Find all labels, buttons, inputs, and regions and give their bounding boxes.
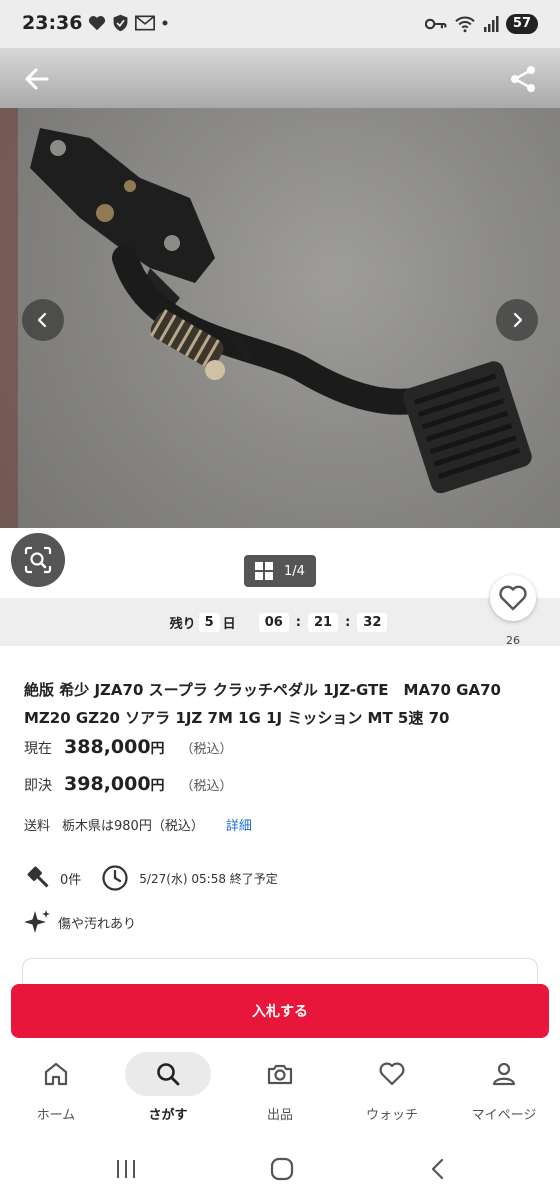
shipping-value: 栃木県は980円（税込） (62, 819, 204, 834)
item-condition: 傷や汚れあり (58, 916, 137, 932)
clutch-pedal-photo (0, 108, 532, 528)
hours-value: 06 (258, 612, 289, 632)
days-unit: 日 (222, 616, 236, 632)
back-chevron-icon (431, 1158, 444, 1180)
home-system-button[interactable] (262, 1154, 302, 1184)
search-icon (157, 1063, 180, 1086)
current-price-currency: 円 (150, 741, 165, 757)
back-system-button[interactable] (418, 1154, 458, 1184)
shipping-label: 送料 (24, 819, 51, 834)
share-button[interactable] (506, 62, 540, 96)
signal-icon (483, 16, 499, 32)
status-bar: 23:36 57 (0, 0, 560, 48)
person-icon (492, 1062, 516, 1086)
current-price: 388,000 (64, 736, 151, 758)
back-button[interactable] (20, 62, 54, 96)
bid-count: 0件 (60, 872, 82, 888)
buyout-price-tax: （税込） (180, 779, 233, 794)
current-price-row: 現在 388,000 円 （税込） (24, 736, 233, 758)
key-icon (424, 18, 447, 30)
minutes-value: 21 (307, 612, 339, 632)
mail-icon (135, 15, 155, 31)
bid-button[interactable]: 入札する (11, 984, 549, 1038)
image-counter-text: 1/4 (284, 563, 305, 579)
camera-icon (267, 1064, 293, 1085)
time-remaining-label: 残り (169, 616, 196, 632)
bottom-navigation: ホーム さがす 出品 ウォッチ マイページ (0, 1042, 560, 1138)
status-time: 23:36 (22, 12, 83, 34)
system-navigation-bar (0, 1138, 560, 1200)
nav-label-sell: 出品 (266, 1108, 293, 1123)
buyout-price-row: 即決 398,000 円 （税込） (24, 773, 233, 795)
image-counter[interactable]: 1/4 (244, 555, 316, 587)
chevron-right-icon (513, 312, 523, 328)
sparkle-icon (24, 910, 50, 933)
image-search-button[interactable] (11, 533, 65, 587)
auction-meta-row: 0件 5/27(水) 05:58 終了予定 (24, 862, 278, 894)
heart-status-icon (88, 16, 106, 31)
home-icon (44, 1062, 68, 1086)
item-title: 絶版 希少 JZA70 スープラ クラッチペダル 1JZ-GTE MA70 GA… (24, 681, 501, 727)
share-icon (511, 66, 535, 92)
previous-image-button[interactable] (22, 299, 64, 341)
time-remaining-bar: 残り 5 日 06 : 21 : 32 (0, 598, 560, 646)
heart-outline-icon (499, 585, 527, 611)
home-circle-icon (270, 1157, 294, 1181)
watch-button[interactable] (490, 575, 536, 621)
current-price-tax: （税込） (180, 742, 233, 757)
nav-item-search[interactable]: さがす (112, 1052, 224, 1136)
seconds-value: 32 (357, 612, 388, 632)
nav-item-watch[interactable]: ウォッチ (336, 1052, 448, 1136)
buyout-price-label: 即決 (24, 778, 52, 794)
end-time: 5/27(水) 05:58 終了予定 (139, 871, 278, 886)
next-image-button[interactable] (496, 299, 538, 341)
lens-search-icon (24, 546, 52, 574)
battery-indicator: 57 (505, 14, 538, 34)
nav-label-watch: ウォッチ (365, 1108, 418, 1123)
recent-apps-icon (117, 1160, 135, 1178)
recent-apps-button[interactable] (106, 1154, 146, 1184)
nav-label-mypage: マイページ (471, 1108, 537, 1123)
shipping-detail-link[interactable]: 詳細 (226, 815, 252, 834)
product-image[interactable] (0, 108, 560, 528)
heart-icon (379, 1062, 405, 1086)
watch-count: 26 (506, 634, 520, 647)
dot-icon (162, 20, 168, 26)
nav-item-mypage[interactable]: マイページ (448, 1052, 560, 1136)
clock-icon (102, 865, 128, 891)
chevron-left-icon (37, 312, 47, 328)
nav-item-sell[interactable]: 出品 (224, 1052, 336, 1136)
current-price-label: 現在 (24, 741, 52, 757)
arrow-left-icon (25, 68, 49, 90)
shipping-row: 送料 栃木県は980円（税込） 詳細 (24, 815, 252, 834)
buyout-price-currency: 円 (150, 778, 165, 794)
wifi-icon (455, 16, 475, 33)
app-header (0, 48, 560, 108)
days-value: 5 (198, 612, 220, 632)
nav-label-home: ホーム (36, 1108, 76, 1123)
shield-check-icon (113, 14, 128, 32)
nav-item-home[interactable]: ホーム (0, 1052, 112, 1136)
buyout-price: 398,000 (64, 773, 151, 795)
gavel-icon (27, 866, 49, 888)
nav-label-search: さがす (148, 1108, 188, 1123)
condition-row: 傷や汚れあり (24, 906, 136, 938)
grid-icon (255, 562, 273, 580)
